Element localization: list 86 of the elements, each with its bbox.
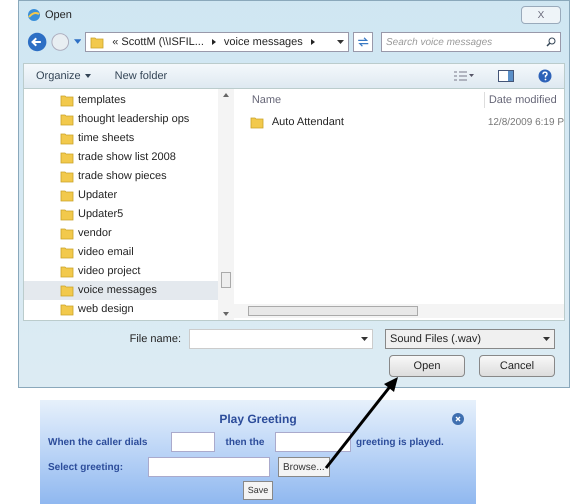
- search-field[interactable]: Search voice messages: [381, 32, 561, 52]
- greeting-input[interactable]: [275, 432, 351, 452]
- refresh-icon[interactable]: [352, 32, 373, 52]
- folder-name: templates: [78, 93, 126, 108]
- greeting-file-field[interactable]: [148, 457, 270, 477]
- file-name-label: File name:: [130, 332, 181, 347]
- preview-pane-icon[interactable]: [498, 70, 514, 82]
- help-icon[interactable]: [538, 69, 552, 83]
- folder-name: trade show list 2008: [78, 150, 176, 166]
- scroll-thumb[interactable]: [248, 306, 418, 316]
- folder-icon: [250, 116, 264, 128]
- dropdown-icon[interactable]: [336, 40, 344, 44]
- save-button[interactable]: Save: [242, 481, 274, 500]
- organize-button[interactable]: Organize: [36, 68, 91, 84]
- folder-name: trade show pieces: [78, 169, 167, 184]
- close-icon[interactable]: [452, 413, 464, 425]
- column-header[interactable]: Date modified: [484, 92, 557, 108]
- folder-item[interactable]: vendor: [24, 224, 218, 243]
- window-title: Open: [45, 8, 72, 23]
- folder-icon: [60, 227, 74, 240]
- folder-icon: [90, 36, 104, 48]
- folder-item[interactable]: time sheets: [24, 129, 218, 148]
- folder-item[interactable]: Updater5: [24, 205, 218, 224]
- date-cell-text: 12/8/2009 6:19 P: [488, 116, 564, 130]
- chevron-right-icon: [310, 39, 315, 45]
- folder-name: Updater: [78, 188, 118, 204]
- folder-item[interactable]: templates: [24, 91, 218, 110]
- folder-item[interactable]: voice messages: [24, 281, 218, 300]
- folder-name: time sheets: [78, 131, 134, 146]
- folder-item[interactable]: trade show pieces: [24, 167, 218, 186]
- scroll-thumb[interactable]: [220, 272, 231, 288]
- folder-icon: [60, 113, 74, 126]
- folder-icon: [60, 246, 74, 259]
- folder-name: vendor: [78, 226, 112, 242]
- column-header[interactable]: Name: [246, 92, 484, 108]
- close-button[interactable]: X: [521, 6, 561, 24]
- folder-icon: [60, 170, 74, 183]
- file-type-value: Sound Files (.wav): [390, 332, 482, 347]
- folder-item[interactable]: video email: [24, 243, 218, 262]
- folder-icon: [60, 132, 74, 145]
- horizontal-scrollbar[interactable]: [234, 304, 564, 318]
- folder-name: thought leadership ops: [78, 112, 190, 128]
- open-button[interactable]: Open: [389, 355, 465, 377]
- file-name[interactable]: Auto Attendant: [272, 114, 344, 130]
- folder-item[interactable]: Updater: [24, 186, 218, 205]
- breadcrumb[interactable]: « ScottM (\\ISFIL...: [112, 34, 204, 50]
- panel-title: Play Greeting: [219, 411, 297, 428]
- select-greeting-label: Select greeting:: [48, 460, 124, 474]
- dropdown-icon: [361, 336, 368, 342]
- folder-name: video email: [78, 245, 134, 260]
- folder-icon: [60, 208, 74, 221]
- dial-input[interactable]: [171, 432, 215, 452]
- address-bar[interactable]: « ScottM (\\ISFIL... voice messages: [85, 32, 349, 52]
- scrollbar[interactable]: [218, 89, 234, 320]
- folder-icon: [60, 303, 74, 316]
- then-label: then the: [224, 436, 266, 450]
- played-label: greeting is played.: [356, 436, 444, 450]
- folder-item[interactable]: video project: [24, 262, 218, 281]
- globe-icon: [27, 8, 41, 22]
- chevron-right-icon: [212, 39, 216, 45]
- folder-icon: [60, 284, 74, 297]
- scroll-down-icon[interactable]: [222, 312, 229, 316]
- folder-item[interactable]: web design: [24, 300, 218, 319]
- file-type-dropdown[interactable]: Sound Files (.wav): [385, 329, 555, 349]
- view-icon[interactable]: [454, 71, 474, 81]
- dropdown-icon: [84, 74, 91, 78]
- dropdown-icon: [543, 336, 550, 342]
- folder-item[interactable]: trade show list 2008: [24, 148, 218, 167]
- folder-name: voice messages: [78, 283, 157, 298]
- folder-icon: [60, 151, 74, 164]
- back-icon[interactable]: [27, 31, 48, 53]
- folder-icon: [60, 265, 74, 278]
- folder-name: web design: [78, 302, 134, 318]
- dial-label: When the caller dials: [48, 436, 148, 450]
- breadcrumb[interactable]: voice messages: [224, 34, 303, 50]
- file-name-field[interactable]: [189, 329, 373, 349]
- cancel-button[interactable]: Cancel: [479, 355, 555, 377]
- folder-name: video project: [78, 264, 140, 280]
- new-folder-button[interactable]: New folder: [114, 68, 168, 84]
- scroll-up-icon[interactable]: [222, 93, 229, 97]
- search-icon: [546, 37, 556, 47]
- folder-icon: [60, 189, 74, 202]
- folder-icon: [60, 94, 74, 107]
- folder-item[interactable]: thought leadership ops: [24, 110, 218, 129]
- browse-button[interactable]: Browse...: [278, 457, 330, 477]
- folder-name: Updater5: [78, 207, 124, 222]
